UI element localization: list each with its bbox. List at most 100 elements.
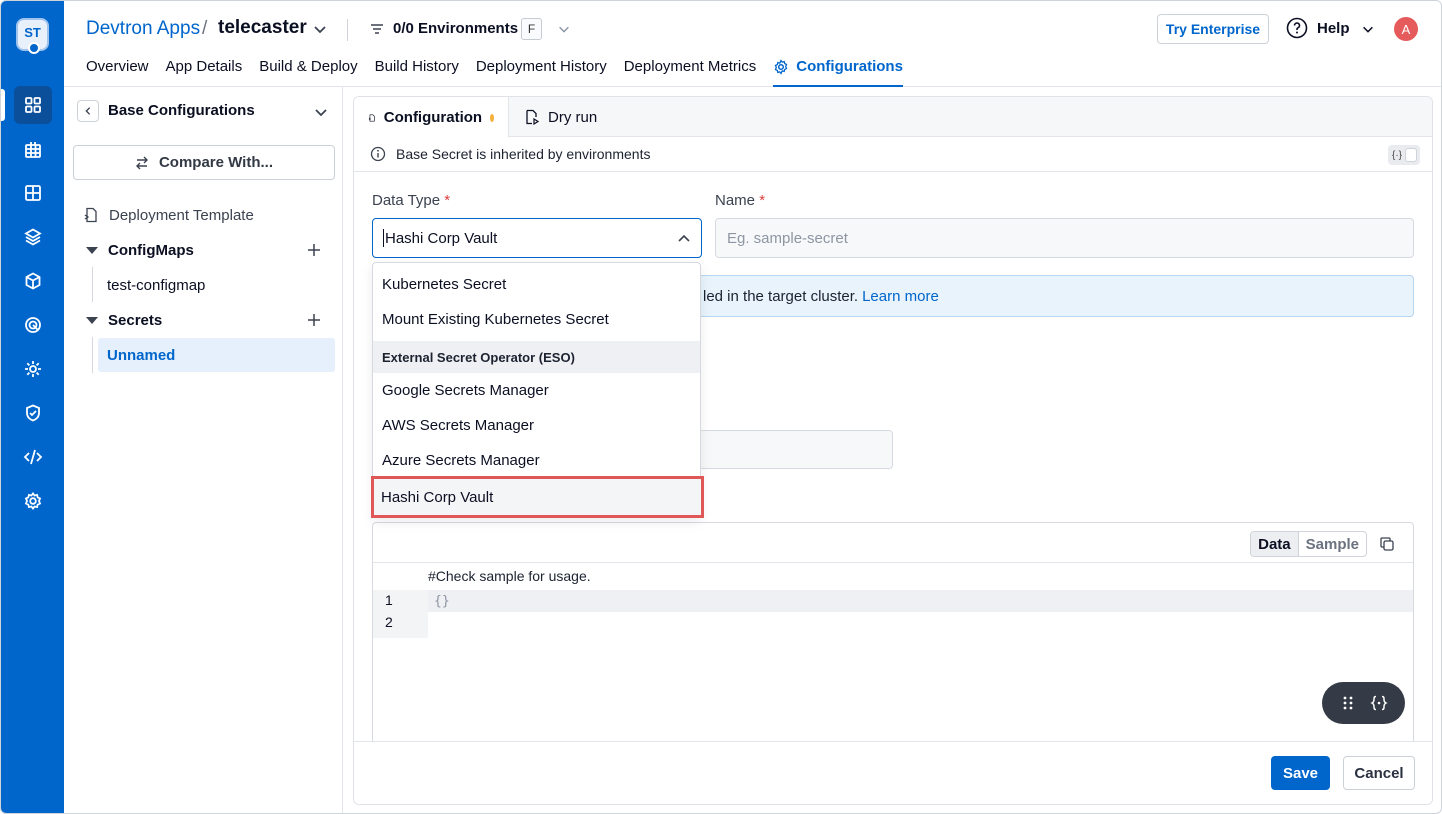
- nav-shield-icon[interactable]: [14, 394, 52, 432]
- file-edit-icon: [368, 114, 375, 121]
- info-text: Base Secret is inherited by environments: [396, 146, 651, 162]
- chevron-down-icon[interactable]: [1361, 22, 1375, 36]
- tab-deployment-metrics[interactable]: Deployment Metrics: [624, 58, 757, 87]
- text-cursor: [383, 229, 384, 247]
- data-type-select[interactable]: Hashi Corp Vault: [372, 218, 702, 258]
- data-type-label-text: Data Type: [372, 192, 441, 209]
- data-sample-toggle: Data Sample: [1250, 531, 1367, 557]
- sidebar-item-configmap[interactable]: test-configmap: [98, 268, 335, 302]
- toggle-braces-icon: {·}: [1392, 149, 1403, 161]
- section-label: ConfigMaps: [108, 241, 194, 259]
- tree-connector: [92, 267, 93, 302]
- tab-app-details[interactable]: App Details: [166, 58, 243, 87]
- expression-toggle[interactable]: {·}: [1388, 145, 1420, 165]
- chevron-down-icon[interactable]: [312, 21, 328, 37]
- chevron-down-icon[interactable]: [313, 104, 329, 120]
- panel-tabs: Configuration Dry run: [354, 97, 1432, 138]
- editor-tab-data[interactable]: Data: [1251, 532, 1298, 556]
- tab-overview[interactable]: Overview: [86, 58, 149, 87]
- notice-text: led in the target cluster.: [703, 287, 859, 305]
- inheritance-info-bar: Base Secret is inherited by environments…: [354, 137, 1432, 172]
- form-footer: Save Cancel: [354, 741, 1432, 804]
- app-name: telecaster: [218, 17, 307, 38]
- option-hashi-corp-vault[interactable]: Hashi Corp Vault: [371, 476, 704, 518]
- nav-security-scan-icon[interactable]: [14, 306, 52, 344]
- nav-global-config-icon[interactable]: [14, 350, 52, 388]
- editor-tab-sample[interactable]: Sample: [1297, 532, 1366, 556]
- help-menu-label[interactable]: Help: [1317, 20, 1350, 37]
- sidebar-item-deployment-template[interactable]: Deployment Template: [83, 199, 362, 231]
- line-number: 2: [385, 614, 393, 630]
- tab-deployment-history[interactable]: Deployment History: [476, 58, 607, 87]
- chevron-down-icon[interactable]: [557, 22, 571, 36]
- nav-charts-icon[interactable]: [14, 131, 52, 169]
- unsaved-changes-dot: [490, 113, 494, 122]
- logo-text: ST: [24, 25, 41, 40]
- tab-dry-run[interactable]: Dry run: [510, 97, 611, 137]
- code-text: {}: [434, 593, 450, 609]
- caret-down-icon: [86, 247, 98, 254]
- editor-comment: #Check sample for usage.: [428, 568, 591, 584]
- option-google-secrets-manager[interactable]: Google Secrets Manager: [373, 373, 700, 408]
- back-button[interactable]: [77, 100, 99, 122]
- nav-package-icon[interactable]: [14, 262, 52, 300]
- data-type-value: Hashi Corp Vault: [385, 229, 498, 247]
- environment-filter-label[interactable]: 0/0 Environments: [393, 20, 518, 37]
- option-mount-existing-secret[interactable]: Mount Existing Kubernetes Secret: [373, 302, 700, 337]
- filter-icon: [371, 24, 383, 34]
- caret-down-icon: [86, 317, 98, 324]
- option-group-eso: External Secret Operator (ESO): [373, 341, 700, 373]
- braces-expression-icon[interactable]: [1370, 694, 1388, 712]
- try-enterprise-button[interactable]: Try Enterprise: [1157, 14, 1269, 44]
- sidebar-item-label: Deployment Template: [109, 206, 254, 224]
- line-number: 1: [385, 592, 393, 608]
- nav-applications-icon[interactable]: [14, 86, 52, 124]
- breadcrumb-devtron-apps[interactable]: Devtron Apps: [86, 18, 200, 40]
- nav-stack-icon[interactable]: [14, 218, 52, 256]
- editor-line-1[interactable]: {}: [428, 590, 1413, 612]
- required-asterisk: *: [759, 192, 766, 209]
- keyboard-shortcut-badge: F: [521, 18, 542, 40]
- tab-dry-run-label: Dry run: [548, 108, 598, 126]
- sidebar-section-configmaps[interactable]: ConfigMaps: [64, 234, 343, 266]
- left-nav-rail: ST: [1, 1, 64, 813]
- option-aws-secrets-manager[interactable]: AWS Secrets Manager: [373, 408, 700, 443]
- option-kubernetes-secret[interactable]: Kubernetes Secret: [373, 267, 700, 302]
- tab-configuration[interactable]: Configuration: [354, 97, 509, 138]
- tab-build-history[interactable]: Build History: [375, 58, 459, 87]
- add-secret-plus-icon[interactable]: [306, 312, 322, 328]
- floating-toolbar: [1322, 682, 1405, 724]
- hidden-field-input[interactable]: [699, 430, 893, 469]
- chevron-left-icon: [85, 107, 91, 115]
- add-configmap-plus-icon[interactable]: [306, 242, 322, 258]
- cancel-button[interactable]: Cancel: [1343, 756, 1415, 790]
- file-play-icon: [526, 109, 540, 125]
- required-asterisk: *: [444, 192, 451, 209]
- sidebar-item-secret-unnamed[interactable]: Unnamed: [98, 338, 335, 372]
- tab-build-deploy[interactable]: Build & Deploy: [259, 58, 357, 87]
- learn-more-link[interactable]: Learn more: [862, 288, 939, 305]
- nav-resource-browser-icon[interactable]: [14, 174, 52, 212]
- drag-handle-icon[interactable]: [1339, 694, 1357, 712]
- nav-code-icon[interactable]: [14, 438, 52, 476]
- option-azure-secrets-manager[interactable]: Azure Secrets Manager: [373, 443, 700, 478]
- breadcrumb-separator: /: [202, 18, 208, 39]
- sidebar-section-secrets[interactable]: Secrets: [64, 304, 343, 336]
- nav-settings-gear-icon[interactable]: [14, 482, 52, 520]
- tab-configuration-label: Configuration: [383, 109, 483, 126]
- swap-arrows-icon: [135, 156, 148, 169]
- toggle-knob: [1405, 148, 1417, 162]
- save-button[interactable]: Save: [1271, 756, 1330, 790]
- name-label-text: Name: [715, 192, 756, 209]
- tab-configurations[interactable]: Configurations: [773, 58, 903, 87]
- secret-name-input[interactable]: Eg. sample-secret: [715, 218, 1414, 258]
- data-type-dropdown-menu: Kubernetes Secret Mount Existing Kuberne…: [371, 262, 704, 518]
- app-tabs: Overview App Details Build & Deploy Buil…: [86, 58, 920, 87]
- sidebar-title: Base Configurations: [108, 102, 255, 119]
- user-avatar[interactable]: A: [1394, 17, 1418, 41]
- org-logo[interactable]: ST: [16, 18, 49, 54]
- help-circle-icon[interactable]: [1286, 17, 1308, 39]
- compare-with-label: Compare With...: [158, 154, 274, 171]
- copy-icon[interactable]: [1379, 536, 1395, 552]
- compare-with-button[interactable]: Compare With...: [73, 145, 335, 180]
